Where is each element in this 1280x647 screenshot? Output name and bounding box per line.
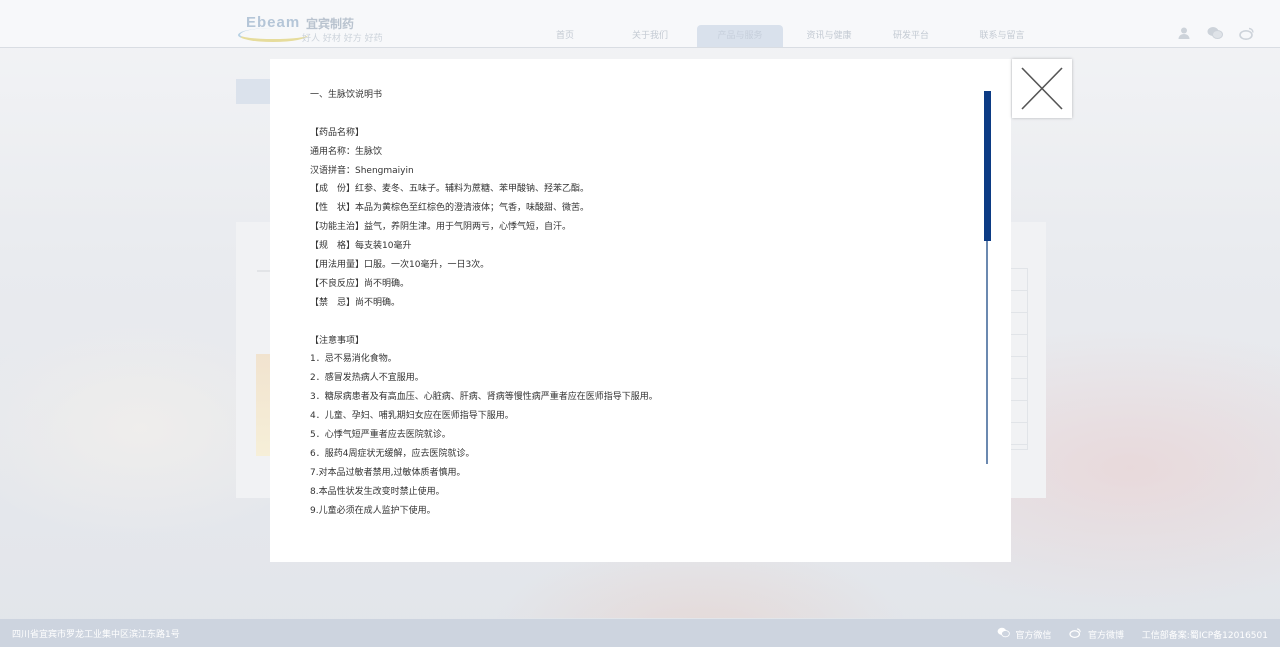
doc-line: 通用名称：生脉饮 — [310, 146, 383, 157]
weibo-icon — [1069, 627, 1082, 641]
footer-links: 官方微信 官方微博 工信部备案:蜀ICP备12016501 — [997, 627, 1268, 641]
logo-slogan: 好人 好材 好方 好药 — [302, 34, 383, 44]
doc-line: 【注意事项】 — [310, 335, 365, 346]
doc-line: 【不良反应】尚不明确。 — [310, 278, 410, 289]
site-footer: 四川省宜宾市罗龙工业集中区滨江东路1号 官方微信 官方微博 工信部备案:蜀ICP… — [0, 619, 1280, 647]
doc-line: 2．感冒发热病人不宜服用。 — [310, 373, 424, 384]
wechat-icon[interactable] — [1206, 26, 1224, 44]
modal-content: 一、生脉饮说明书 【药品名称】 通用名称：生脉饮 汉语拼音：Shengmaiyi… — [310, 86, 950, 520]
footer-address: 四川省宜宾市罗龙工业集中区滨江东路1号 — [12, 630, 180, 640]
doc-line: 【用法用量】口服。一次10毫升，一日3次。 — [310, 260, 490, 271]
doc-line — [310, 313, 950, 332]
instructions-modal: 一、生脉饮说明书 【药品名称】 通用名称：生脉饮 汉语拼音：Shengmaiyi… — [270, 59, 1011, 562]
background-table — [1010, 268, 1028, 450]
doc-line: 【禁 忌】尚不明确。 — [310, 297, 401, 308]
doc-line: 9.儿童必须在成人监护下使用。 — [310, 505, 436, 516]
doc-line: 汉语拼音：Shengmaiyin — [310, 165, 414, 176]
doc-line: 【功能主治】益气，养阴生津。用于气阴两亏，心悸气短，自汗。 — [310, 222, 572, 233]
nav-item-contact[interactable]: 联系与留言 — [967, 25, 1037, 47]
background-divider — [257, 270, 271, 272]
modal-scrollbar-thumb[interactable] — [984, 91, 991, 241]
site-logo[interactable]: Ebeam 宜宾制药 好人 好材 好方 好药 — [238, 10, 408, 44]
nav-item-about[interactable]: 关于我们 — [615, 25, 685, 47]
site-header: Ebeam 宜宾制药 好人 好材 好方 好药 首页 关于我们 产品与服务 资讯与… — [0, 0, 1280, 48]
doc-line: 7.对本品过敏者禁用,过敏体质者慎用。 — [310, 467, 466, 478]
nav-item-products[interactable]: 产品与服务 — [697, 25, 783, 47]
doc-line: 5．心悸气短严重者应去医院就诊。 — [310, 430, 451, 441]
doc-title: 一、生脉饮说明书 — [310, 90, 383, 100]
doc-line: 1．忌不易消化食物。 — [310, 354, 397, 365]
close-icon — [1021, 67, 1063, 110]
nav-item-home[interactable]: 首页 — [530, 25, 600, 47]
footer-wechat-link[interactable]: 官方微信 — [1015, 628, 1051, 641]
nav-item-news[interactable]: 资讯与健康 — [794, 25, 864, 47]
doc-line: 3．糖尿病患者及有高血压、心脏病、肝病、肾病等慢性病严重者应在医师指导下服用。 — [310, 392, 658, 403]
wechat-icon — [997, 627, 1010, 641]
nav-item-research[interactable]: 研发平台 — [876, 25, 946, 47]
weibo-icon[interactable] — [1238, 26, 1256, 44]
footer-weibo-link[interactable]: 官方微博 — [1088, 628, 1124, 641]
doc-line: 【规 格】每支装10毫升 — [310, 241, 412, 252]
logo-cn-text: 宜宾制药 — [306, 17, 355, 31]
doc-line: 【性 状】本品为黄棕色至红棕色的澄清液体；气香，味酸甜、微苦。 — [310, 203, 590, 214]
doc-line: 【药品名称】 — [310, 127, 365, 138]
doc-line: 【成 份】红参、麦冬、五味子。辅料为蔗糖、苯甲酸钠、羟苯乙酯。 — [310, 184, 590, 195]
user-icon[interactable] — [1175, 26, 1193, 44]
footer-icp[interactable]: 工信部备案:蜀ICP备12016501 — [1142, 628, 1268, 641]
doc-line — [310, 105, 950, 124]
doc-line: 4．儿童、孕妇、哺乳期妇女应在医师指导下服用。 — [310, 411, 514, 422]
close-button[interactable] — [1012, 59, 1072, 118]
doc-line: 8.本品性状发生改变时禁止使用。 — [310, 486, 445, 497]
logo-en-text: Ebeam — [246, 14, 301, 31]
doc-line: 6．服药4周症状无缓解，应去医院就诊。 — [310, 448, 475, 459]
